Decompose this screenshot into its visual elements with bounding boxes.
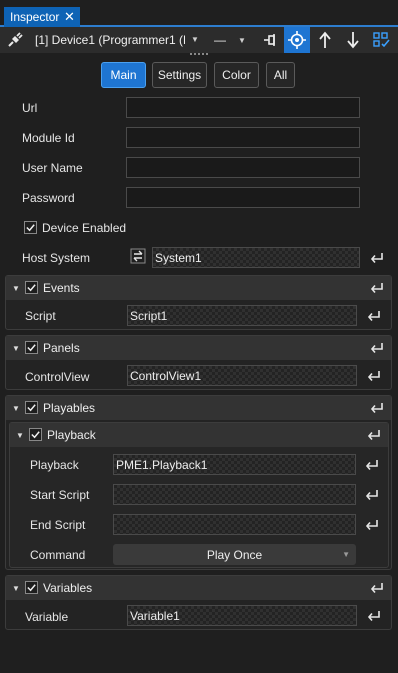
arrow-down-icon <box>347 32 359 49</box>
expand-triangle-icon[interactable]: ▼ <box>12 584 20 593</box>
device-enabled-label: Device Enabled <box>42 221 127 235</box>
variables-group: ▼ Variables Variable Variable1 <box>5 575 392 630</box>
reset-icon[interactable] <box>366 428 382 442</box>
events-title: Events <box>43 281 80 295</box>
device-enabled-checkbox[interactable] <box>24 221 37 234</box>
check-icon <box>25 222 36 233</box>
host-system-field[interactable]: System1 <box>152 247 360 268</box>
expand-triangle-icon[interactable]: ▼ <box>12 284 20 293</box>
reset-icon[interactable] <box>369 341 385 355</box>
variables-header[interactable]: ▼ Variables <box>6 576 391 600</box>
module-id-label: Module Id <box>22 131 75 145</box>
filter-all-button[interactable]: All <box>266 62 295 88</box>
reset-icon[interactable] <box>364 458 380 472</box>
close-icon[interactable]: ✕ <box>64 9 75 25</box>
password-label: Password <box>22 191 75 205</box>
reset-icon[interactable] <box>366 609 382 623</box>
chevron-down-icon: ▼ <box>238 35 246 45</box>
tab-inspector[interactable]: Inspector ✕ <box>4 7 80 27</box>
variable-label: Variable <box>25 610 69 624</box>
target-button[interactable] <box>284 27 310 53</box>
check-icon <box>30 429 41 440</box>
reset-icon[interactable] <box>364 518 380 532</box>
end-script-label: End Script <box>30 518 86 532</box>
url-label: Url <box>22 101 38 115</box>
playback-field[interactable]: PME1.Playback1 <box>113 454 356 475</box>
url-field[interactable] <box>126 97 360 118</box>
check-icon <box>26 582 37 593</box>
reset-icon[interactable] <box>369 401 385 415</box>
link-icon[interactable] <box>130 248 146 264</box>
tab-title: Inspector <box>10 10 60 24</box>
filter-main-button[interactable]: Main <box>101 62 146 88</box>
playback-label: Playback <box>30 458 79 472</box>
device-selector[interactable]: [1] Device1 (Programmer1 (PM ▼ <box>0 27 206 53</box>
script-field[interactable]: Script1 <box>127 305 357 326</box>
filter-settings-button[interactable]: Settings <box>152 62 207 88</box>
script-label: Script <box>25 309 56 323</box>
tab-strip: Inspector ✕ <box>0 0 398 27</box>
check-icon <box>26 402 37 413</box>
start-script-label: Start Script <box>30 488 90 502</box>
minus-label: — <box>214 33 227 47</box>
minus-dropdown[interactable]: — ▼ <box>206 27 254 53</box>
plug-icon <box>8 32 23 47</box>
reset-icon[interactable] <box>369 281 385 295</box>
events-header[interactable]: ▼ Events <box>6 276 391 300</box>
chevron-down-icon: ▼ <box>191 35 199 44</box>
reset-icon[interactable] <box>364 488 380 502</box>
grid-select-button[interactable] <box>368 27 396 53</box>
chevron-down-icon: ▼ <box>342 550 350 559</box>
pin-icon <box>264 34 275 46</box>
panels-header[interactable]: ▼ Panels <box>6 336 391 360</box>
playables-header[interactable]: ▼ Playables <box>6 396 391 420</box>
reset-icon[interactable] <box>369 581 385 595</box>
user-name-label: User Name <box>22 161 83 175</box>
reset-icon[interactable] <box>366 369 382 383</box>
panels-checkbox[interactable] <box>25 341 38 354</box>
playback-title: Playback <box>47 428 96 442</box>
pin-button[interactable] <box>256 27 282 53</box>
panels-title: Panels <box>43 341 80 355</box>
panels-group: ▼ Panels ControlView ControlView1 <box>5 335 392 390</box>
user-name-field[interactable] <box>126 157 360 178</box>
events-checkbox[interactable] <box>25 281 38 294</box>
reset-icon[interactable] <box>369 251 385 265</box>
resize-grip[interactable] <box>190 53 208 57</box>
events-group: ▼ Events Script Script1 <box>5 275 392 330</box>
check-icon <box>26 342 37 353</box>
host-system-label: Host System <box>22 251 91 265</box>
expand-triangle-icon[interactable]: ▼ <box>16 431 24 440</box>
arrow-up-icon <box>319 31 331 48</box>
controlview-field[interactable]: ControlView1 <box>127 365 357 386</box>
variables-checkbox[interactable] <box>25 581 38 594</box>
expand-triangle-icon[interactable]: ▼ <box>12 404 20 413</box>
check-icon <box>26 282 37 293</box>
end-script-field[interactable] <box>113 514 356 535</box>
expand-triangle-icon[interactable]: ▼ <box>12 344 20 353</box>
move-down-button[interactable] <box>340 27 366 53</box>
device-label: [1] Device1 (Programmer1 (PM <box>35 33 185 47</box>
command-value: Play Once <box>206 547 263 562</box>
target-icon <box>288 31 306 49</box>
variable-field[interactable]: Variable1 <box>127 605 357 626</box>
playback-group: ▼ Playback Playback PME1.Playback1 Start… <box>9 422 389 568</box>
playables-title: Playables <box>43 401 96 415</box>
password-field[interactable] <box>126 187 360 208</box>
reset-icon[interactable] <box>366 309 382 323</box>
start-script-field[interactable] <box>113 484 356 505</box>
toolbar: [1] Device1 (Programmer1 (PM ▼ — ▼ <box>0 27 398 53</box>
move-up-button[interactable] <box>312 27 338 53</box>
playables-checkbox[interactable] <box>25 401 38 414</box>
playback-header[interactable]: ▼ Playback <box>10 423 388 447</box>
module-id-field[interactable] <box>126 127 360 148</box>
grid-select-icon <box>373 32 390 48</box>
filter-color-button[interactable]: Color <box>214 62 259 88</box>
controlview-label: ControlView <box>25 370 90 384</box>
command-label: Command <box>30 548 86 562</box>
playables-group: ▼ Playables ▼ Playback Playback PME1.Pla… <box>5 395 392 570</box>
variables-title: Variables <box>43 581 93 595</box>
playback-checkbox[interactable] <box>29 428 42 441</box>
command-dropdown[interactable]: Play Once ▼ <box>113 544 356 565</box>
